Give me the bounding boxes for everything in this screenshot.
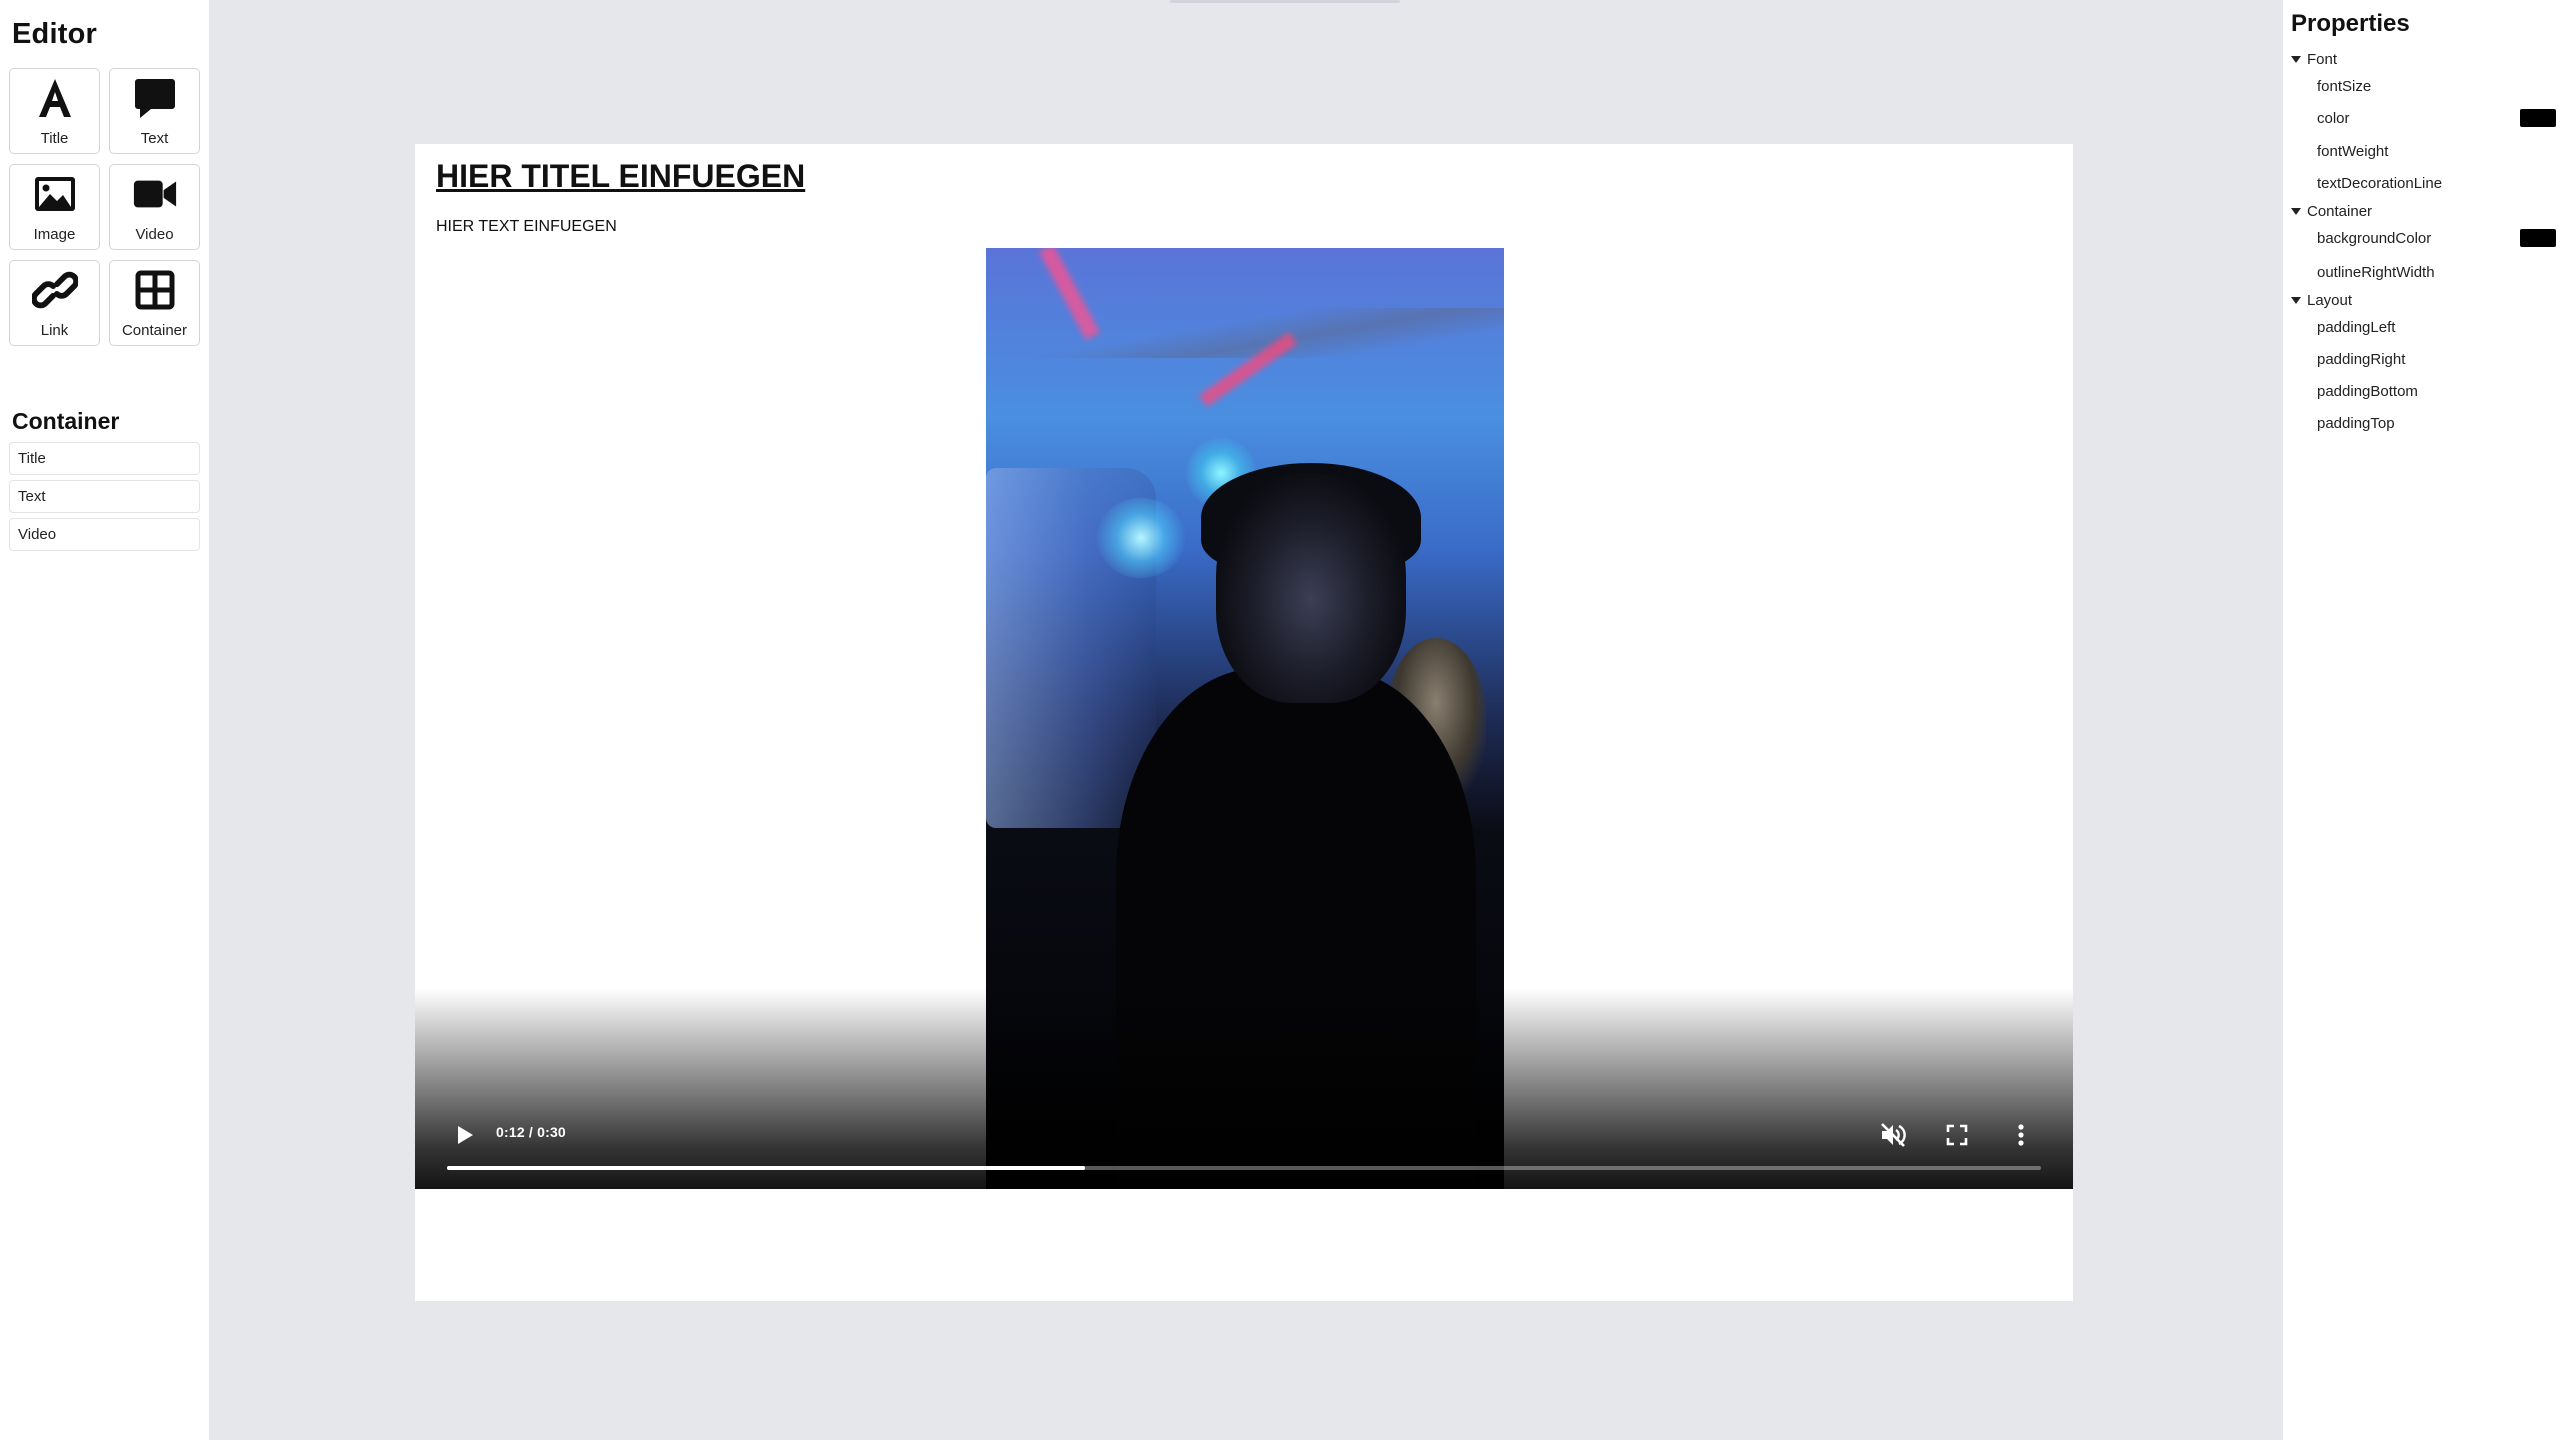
prop-paddingbottom[interactable]: paddingBottom [2291,383,2556,400]
prop-backgroundcolor[interactable]: backgroundColor [2291,229,2556,247]
group-font-toggle[interactable]: Font [2291,50,2556,68]
container-item-text[interactable]: Text [9,480,200,513]
title-icon [32,75,78,121]
prop-paddingright[interactable]: paddingRight [2291,351,2556,368]
tool-label: Image [33,226,76,243]
properties-panel: Properties Font fontSize color fontWeigh… [2283,0,2560,1440]
tool-container-button[interactable]: Container [109,260,200,346]
prop-label: paddingLeft [2317,319,2396,336]
group-layout-toggle[interactable]: Layout [2291,291,2556,309]
tool-label: Title [40,130,69,147]
group-label: Container [2307,202,2373,220]
group-label: Layout [2307,291,2353,309]
tool-label: Container [121,322,188,339]
container-item-video[interactable]: Video [9,518,200,551]
caret-down-icon [2291,55,2301,63]
tool-label: Video [135,226,174,243]
prop-label: textDecorationLine [2317,175,2443,192]
tool-link-button[interactable]: Link [9,260,100,346]
video-controls-backdrop [415,988,2073,1189]
tool-label: Text [140,130,169,147]
tool-title-button[interactable]: Title [9,68,100,154]
tool-label: Link [40,322,69,339]
video-player[interactable]: 0:12 / 0:30 [415,248,2073,1189]
prop-label: backgroundColor [2317,230,2432,247]
container-tree: Title Text Video [9,442,200,556]
container-grid-icon [132,267,178,313]
properties-title: Properties [2291,10,2410,37]
prop-label: fontSize [2317,78,2372,95]
prop-paddingleft[interactable]: paddingLeft [2291,319,2556,336]
group-label: Font [2307,50,2338,68]
prop-paddingtop[interactable]: paddingTop [2291,415,2556,432]
mute-icon [1881,1123,1906,1147]
text-bubble-icon [132,75,178,121]
image-icon [32,171,78,217]
more-options-icon [2018,1124,2024,1146]
prop-outlinerightwidth[interactable]: outlineRightWidth [2291,264,2556,281]
page-canvas: HIER TITEL EINFUEGEN HIER TEXT EINFUEGEN… [415,144,2073,1301]
caret-down-icon [2291,207,2301,215]
page-title[interactable]: HIER TITEL EINFUEGEN [436,158,805,195]
properties-tree: Font fontSize color fontWeight textDecor… [2291,50,2556,432]
prop-textdecorationline[interactable]: textDecorationLine [2291,175,2556,192]
group-container-toggle[interactable]: Container [2291,202,2556,220]
prop-label: paddingBottom [2317,383,2418,400]
prop-fontweight[interactable]: fontWeight [2291,143,2556,160]
more-options-button[interactable] [2006,1120,2036,1150]
prop-color[interactable]: color [2291,109,2556,127]
prop-label: color [2317,110,2350,127]
canvas-top-handle[interactable] [1170,0,1400,3]
video-time-display: 0:12 / 0:30 [496,1124,566,1140]
background-color-swatch[interactable] [2520,229,2556,247]
editor-title: Editor [12,18,97,50]
prop-label: outlineRightWidth [2317,264,2435,281]
fullscreen-button[interactable] [1942,1120,1972,1150]
color-swatch[interactable] [2520,109,2556,127]
prop-label: paddingRight [2317,351,2406,368]
fullscreen-icon [1946,1124,1968,1146]
prop-label: paddingTop [2317,415,2395,432]
mute-button[interactable] [1878,1120,1908,1150]
editor-sidebar: Editor Title Text Image Video Link Conta… [0,0,209,1440]
container-heading: Container [12,408,120,434]
prop-fontsize[interactable]: fontSize [2291,78,2556,95]
prop-label: fontWeight [2317,143,2389,160]
video-progress-bar[interactable] [447,1166,2041,1170]
play-button[interactable] [451,1121,479,1149]
page-text[interactable]: HIER TEXT EINFUEGEN [436,218,617,236]
video-camera-icon [132,171,178,217]
link-icon [31,267,78,313]
video-progress-fill [447,1166,1085,1170]
caret-down-icon [2291,296,2301,304]
play-icon [458,1126,473,1144]
container-item-title[interactable]: Title [9,442,200,475]
tool-image-button[interactable]: Image [9,164,100,250]
tool-palette: Title Text Image Video Link Container [9,68,200,346]
tool-video-button[interactable]: Video [109,164,200,250]
tool-text-button[interactable]: Text [109,68,200,154]
